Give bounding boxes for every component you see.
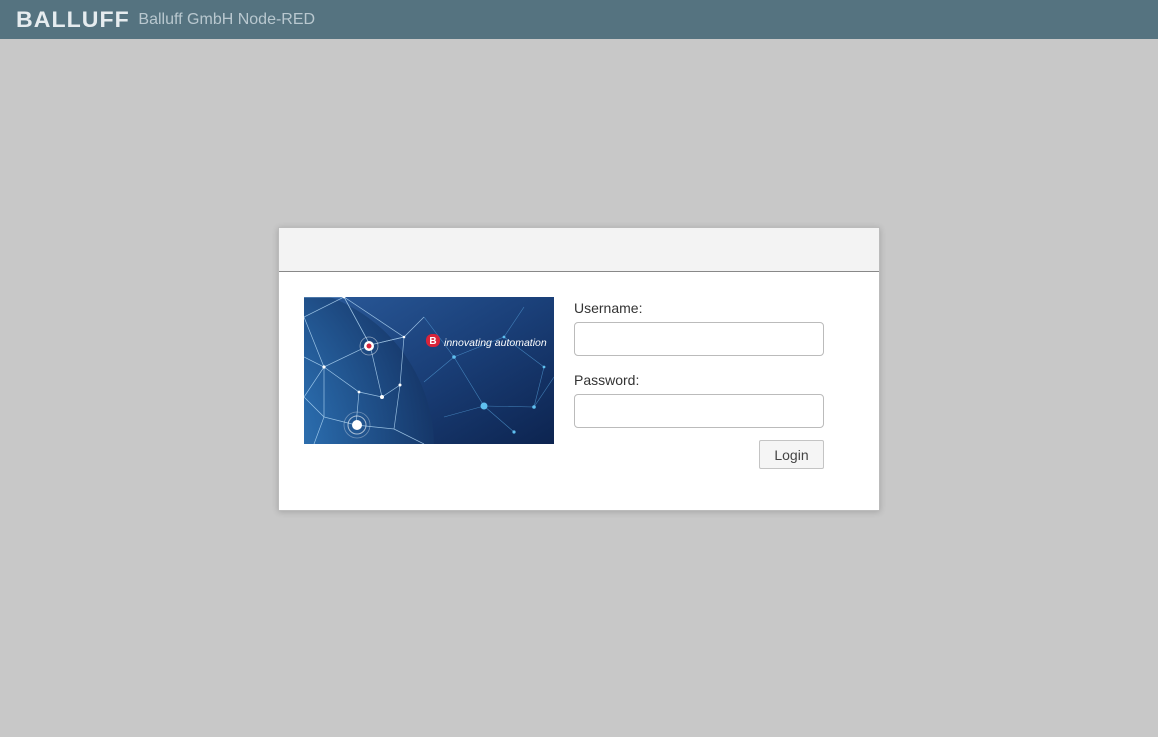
login-form: Username: Password: Login (574, 297, 824, 469)
top-bar: BALLUFF Balluff GmbH Node-RED (0, 0, 1158, 39)
login-banner-image: B innovating automation (304, 297, 554, 444)
password-input[interactable] (574, 394, 824, 428)
login-button[interactable]: Login (759, 440, 824, 469)
dialog-header (279, 228, 879, 272)
balluff-logo: BALLUFF (16, 6, 130, 32)
password-label: Password: (574, 372, 640, 388)
username-input[interactable] (574, 322, 824, 356)
badge-letter: B (429, 336, 436, 347)
network-globe-graphic: B innovating automation (304, 297, 554, 444)
login-dialog: B innovating automation Username: Passwo… (278, 227, 880, 511)
username-label: Username: (574, 300, 643, 316)
app-title: Balluff GmbH Node-RED (138, 10, 316, 28)
banner-slogan: innovating automation (444, 337, 547, 349)
button-row: Login (574, 440, 824, 469)
